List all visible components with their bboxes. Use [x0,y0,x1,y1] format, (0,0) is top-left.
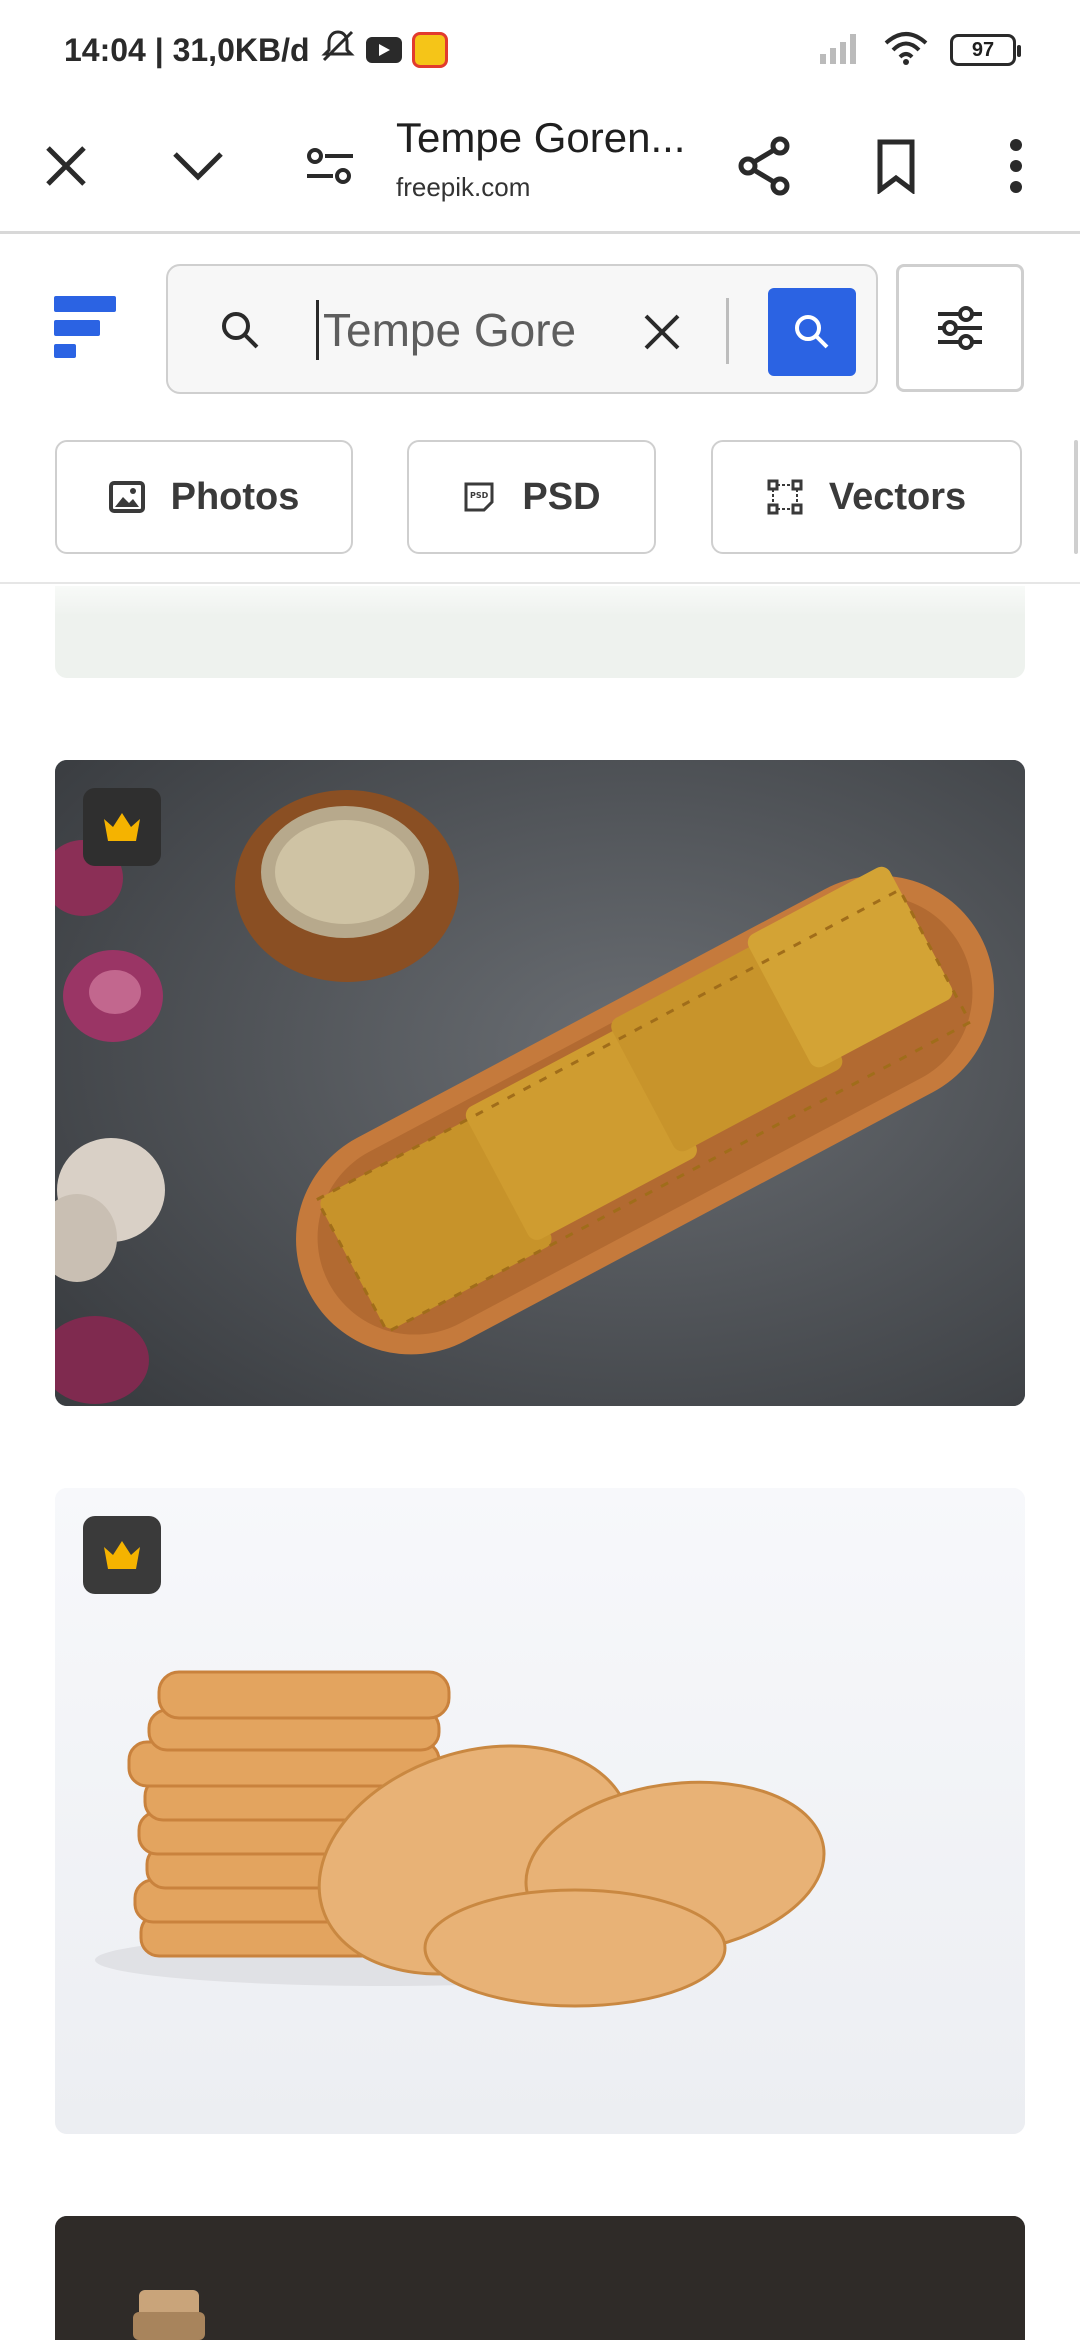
tempe-goreng-photo [55,760,1025,1406]
search-divider [726,298,729,364]
search-icon [795,315,829,349]
tab-domain[interactable]: freepik.com [396,172,530,203]
image-icon [108,481,145,513]
filters-button[interactable] [896,264,1024,392]
svg-text:PSD: PSD [470,491,489,500]
tempe-chips-photo [55,1488,1025,2134]
chip-overflow-edge [1074,440,1078,554]
status-time: 14:04 | 31,0KB/d [64,31,310,68]
vector-icon [767,479,803,515]
chevron-down-icon [173,152,223,181]
more-options-button[interactable] [976,126,1056,206]
close-icon [46,146,86,186]
search-submit-button[interactable] [768,288,856,376]
youtube-icon [365,37,402,63]
premium-badge [83,788,161,866]
wifi-icon [884,31,928,70]
psd-icon: PSD [464,482,494,512]
premium-badge [83,1516,161,1594]
share-icon [738,136,790,196]
tab-title[interactable]: Tempe Goren... [396,114,685,162]
bookmark-button[interactable] [856,126,936,206]
chip-photos[interactable]: Photos [55,440,353,554]
chip-psd[interactable]: PSD PSD [407,440,656,554]
crown-icon [104,1541,140,1569]
status-bar: 14:04 | 31,0KB/d 97 [0,0,1080,100]
freepik-logo[interactable] [54,296,118,365]
share-button[interactable] [724,126,804,206]
bottle-photo-partial [55,2216,1025,2340]
clear-icon [644,314,680,350]
page-settings-button[interactable] [290,126,370,206]
result-card[interactable] [55,760,1025,1406]
result-card-partial[interactable] [55,586,1025,678]
app-notification-icon [411,32,448,68]
browser-toolbar: Tempe Goren... freepik.com [0,100,1080,234]
search-box: Tempe Gore [166,264,878,394]
result-card-partial[interactable] [55,2216,1025,2340]
chip-vectors[interactable]: Vectors [711,440,1022,554]
clear-search-button[interactable] [642,312,682,357]
search-icon [220,310,260,355]
bookmark-icon [877,139,915,194]
crown-icon [104,813,140,841]
more-vert-icon [1010,139,1022,193]
tune-icon [307,148,353,184]
minimize-button[interactable] [158,126,238,206]
freepik-logo-icon [54,296,116,358]
mute-icon [320,28,356,72]
result-card[interactable] [55,1488,1025,2134]
close-tab-button[interactable] [26,126,106,206]
signal-icon [818,32,862,69]
search-input[interactable]: Tempe Gore [316,300,616,360]
battery-indicator: 97 [950,34,1021,66]
sliders-icon [938,306,982,350]
